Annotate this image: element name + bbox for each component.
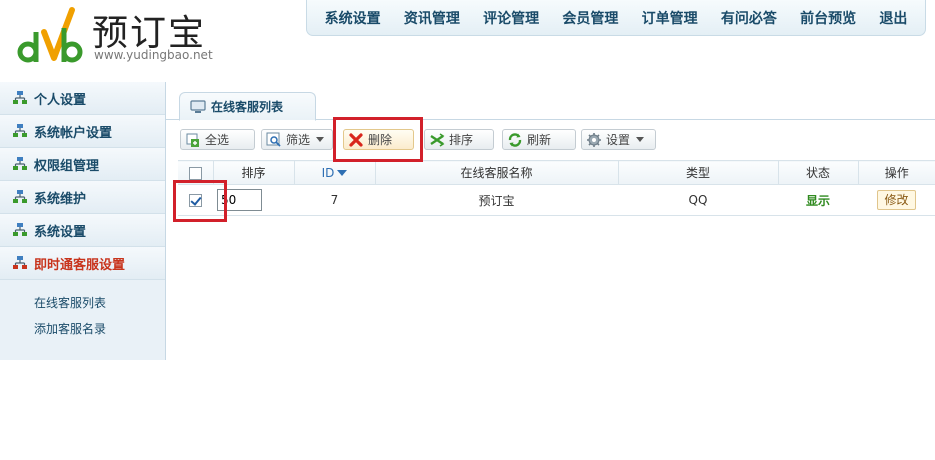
row-name: 预订宝 bbox=[375, 184, 618, 216]
subnav-item-online-service-list[interactable]: 在线客服列表 bbox=[0, 290, 165, 316]
header-type: 类型 bbox=[618, 160, 779, 185]
logo-mark-icon bbox=[17, 7, 83, 63]
sort-order-input[interactable] bbox=[217, 189, 262, 211]
row-type: QQ bbox=[618, 184, 778, 216]
sitemap-icon bbox=[13, 190, 27, 203]
sidebar-subnav: 在线客服列表 添加客服名录 bbox=[0, 280, 165, 342]
edit-button[interactable]: 修改 bbox=[877, 190, 916, 210]
sidebar-item-personal-settings[interactable]: 个人设置 bbox=[0, 82, 165, 115]
sort-button[interactable]: 排序 bbox=[424, 129, 494, 150]
logo[interactable]: 预订宝 www.yudingbao.net bbox=[14, 2, 234, 70]
header-sort[interactable]: 排序 bbox=[213, 160, 295, 185]
row-status[interactable]: 显示 bbox=[778, 184, 858, 216]
select-all-label: 全选 bbox=[205, 133, 230, 147]
settings-button[interactable]: 设置 bbox=[581, 129, 656, 150]
topnav-item-orders[interactable]: 订单管理 bbox=[642, 8, 698, 28]
row-checkbox[interactable] bbox=[189, 194, 202, 207]
sort-label: 排序 bbox=[449, 133, 474, 147]
refresh-button[interactable]: 刷新 bbox=[502, 129, 576, 150]
sidebar-item-label: 系统维护 bbox=[34, 191, 87, 207]
sidebar-item-label: 系统设置 bbox=[34, 224, 87, 240]
row-sort-cell bbox=[213, 184, 294, 216]
header: 预订宝 www.yudingbao.net 系统设置 资讯管理 评论管理 会员管… bbox=[0, 0, 935, 82]
sort-arrows-icon bbox=[430, 132, 445, 147]
logo-url: www.yudingbao.net bbox=[94, 48, 213, 62]
tab-online-service-list[interactable]: 在线客服列表 bbox=[179, 92, 316, 121]
chevron-down-icon bbox=[636, 137, 645, 142]
tab-bar: 在线客服列表 bbox=[166, 82, 935, 121]
row-checkbox-cell bbox=[178, 184, 213, 216]
service-table: 排序 ID 在线客服名称 类型 状态 操作 7 预订宝 QQ 显示 修改 bbox=[178, 160, 935, 216]
sitemap-icon bbox=[13, 223, 27, 236]
select-all-checkbox[interactable] bbox=[188, 166, 202, 180]
header-action: 操作 bbox=[858, 160, 935, 185]
topnav-item-logout[interactable]: 退出 bbox=[879, 8, 907, 28]
chevron-down-icon bbox=[316, 137, 325, 142]
settings-label: 设置 bbox=[606, 133, 631, 147]
sidebar-item-account-settings[interactable]: 系统帐户设置 bbox=[0, 115, 165, 148]
sidebar-item-permission-groups[interactable]: 权限组管理 bbox=[0, 148, 165, 181]
topnav-item-news[interactable]: 资讯管理 bbox=[404, 8, 460, 28]
sidebar-item-system-settings[interactable]: 系统设置 bbox=[0, 214, 165, 247]
delete-label: 删除 bbox=[368, 133, 393, 147]
select-all-button[interactable]: 全选 bbox=[180, 129, 255, 150]
topnav-item-faq[interactable]: 有问必答 bbox=[721, 8, 777, 28]
delete-button[interactable]: 删除 bbox=[343, 129, 414, 150]
sitemap-icon bbox=[13, 256, 27, 269]
top-nav: 系统设置 资讯管理 评论管理 会员管理 订单管理 有问必答 前台预览 退出 bbox=[306, 0, 926, 36]
refresh-label: 刷新 bbox=[527, 133, 552, 147]
sidebar-item-label: 即时通客服设置 bbox=[34, 257, 126, 273]
header-id-label: ID bbox=[321, 165, 335, 180]
status-badge: 显示 bbox=[805, 193, 830, 208]
gear-icon bbox=[587, 132, 601, 147]
tab-label: 在线客服列表 bbox=[211, 100, 284, 114]
main-content: 在线客服列表 全选 筛选 删除 排序 刷新 设置 排序 ID 在线客服名称 类型… bbox=[166, 82, 935, 460]
table-row: 7 预订宝 QQ 显示 修改 bbox=[178, 184, 935, 216]
topnav-item-comments[interactable]: 评论管理 bbox=[483, 8, 539, 28]
topnav-item-members[interactable]: 会员管理 bbox=[562, 8, 618, 28]
filter-label: 筛选 bbox=[286, 133, 311, 147]
topnav-item-preview[interactable]: 前台预览 bbox=[800, 8, 856, 28]
toolbar: 全选 筛选 删除 排序 刷新 设置 bbox=[180, 127, 920, 151]
sort-desc-icon bbox=[337, 170, 348, 176]
filter-icon bbox=[266, 132, 281, 147]
table-header-row: 排序 ID 在线客服名称 类型 状态 操作 bbox=[178, 160, 935, 185]
header-checkbox-cell bbox=[178, 160, 214, 185]
monitor-icon bbox=[190, 99, 206, 113]
row-id: 7 bbox=[294, 184, 375, 216]
header-name: 在线客服名称 bbox=[375, 160, 619, 185]
delete-x-icon bbox=[349, 132, 363, 147]
sidebar-item-label: 权限组管理 bbox=[34, 158, 100, 174]
refresh-icon bbox=[508, 132, 522, 147]
select-all-icon bbox=[186, 133, 199, 147]
page: 预订宝 www.yudingbao.net 系统设置 资讯管理 评论管理 会员管… bbox=[0, 0, 935, 460]
header-id[interactable]: ID bbox=[294, 160, 376, 185]
sidebar: 个人设置 系统帐户设置 权限组管理 系统维护 系统设置 即时通客服设置 在线客服… bbox=[0, 82, 166, 360]
header-status: 状态 bbox=[778, 160, 859, 185]
sidebar-item-label: 个人设置 bbox=[34, 92, 87, 108]
sidebar-item-label: 系统帐户设置 bbox=[34, 125, 113, 141]
row-action-cell: 修改 bbox=[858, 184, 935, 216]
sidebar-item-system-maintenance[interactable]: 系统维护 bbox=[0, 181, 165, 214]
sitemap-icon bbox=[13, 91, 27, 104]
topnav-item-system-settings[interactable]: 系统设置 bbox=[325, 8, 381, 28]
sidebar-item-im-service-settings[interactable]: 即时通客服设置 bbox=[0, 247, 165, 280]
sitemap-icon bbox=[13, 157, 27, 170]
filter-button[interactable]: 筛选 bbox=[261, 129, 333, 150]
subnav-item-add-service[interactable]: 添加客服名录 bbox=[0, 316, 165, 342]
sitemap-icon bbox=[13, 124, 27, 137]
